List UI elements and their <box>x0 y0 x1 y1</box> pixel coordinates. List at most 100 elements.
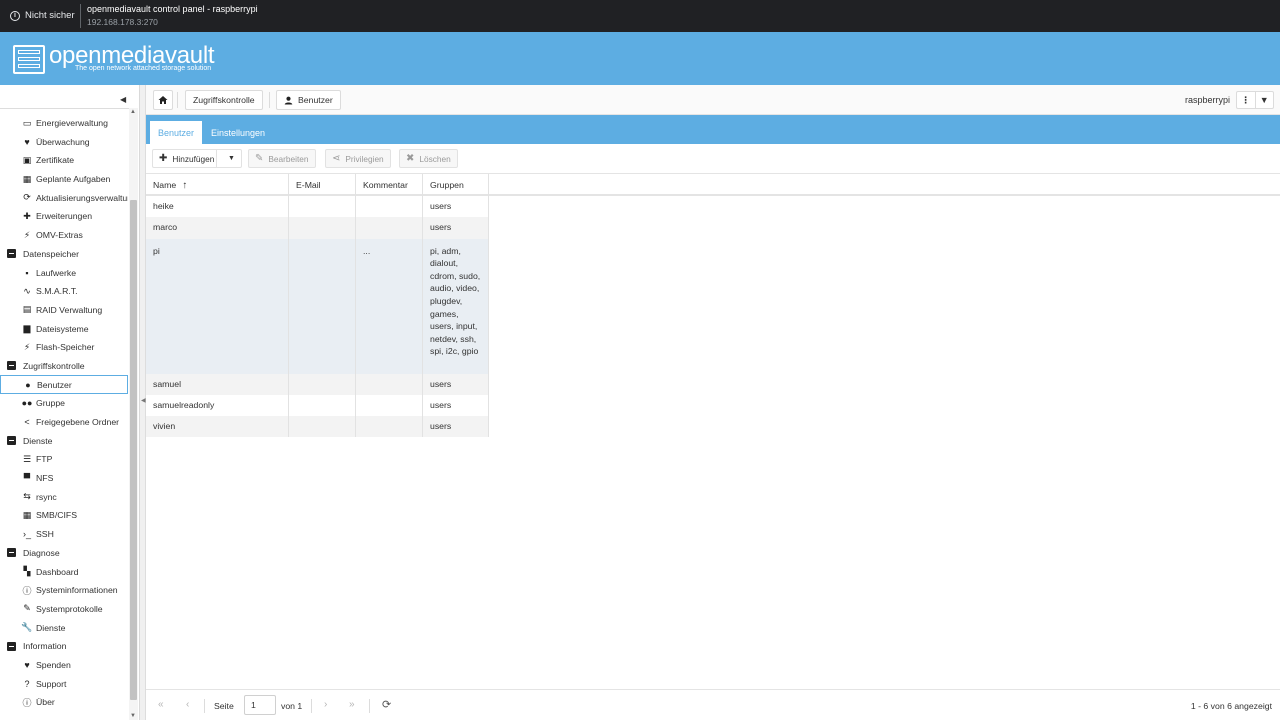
tab-einstellungen[interactable]: Einstellungen <box>203 121 273 144</box>
filesystem-icon: ▆ <box>23 323 31 334</box>
nav-group-dienste[interactable]: Dienste <box>0 431 128 450</box>
breadcrumb-page[interactable]: Benutzer <box>276 90 341 110</box>
user-icon <box>284 96 293 105</box>
user-menu-button[interactable]: ⋮ ▼ <box>1236 91 1274 109</box>
nav-group-diagnose[interactable]: Diagnose <box>0 544 128 563</box>
add-button-main[interactable]: ✚ Hinzufügen <box>153 150 217 167</box>
sidebar-item-dashboard[interactable]: ▚ Dashboard <box>0 562 128 581</box>
last-page-icon[interactable]: » <box>349 699 355 710</box>
more-vertical-icon[interactable]: ⋮ <box>1237 92 1256 108</box>
security-label: Nicht sicher <box>25 10 75 21</box>
sidebar-item-smb-cifs[interactable]: ▦ SMB/CIFS <box>0 506 128 525</box>
column-header-groups[interactable]: Gruppen <box>423 174 489 196</box>
sidebar-item-benutzer[interactable]: ● Benutzer <box>0 375 128 394</box>
security-indicator[interactable]: i Nicht sicher <box>10 10 75 21</box>
pencil-icon: ✎ <box>255 153 264 164</box>
edit-button[interactable]: ✎ Bearbeiten <box>248 149 316 168</box>
nav-group-zugriffskontrolle[interactable]: Zugriffskontrolle <box>0 357 128 376</box>
sidebar-item-erweiterungen[interactable]: ✚ Erweiterungen <box>0 207 128 226</box>
sidebar-item-nfs[interactable]: ▀ NFS <box>0 469 128 488</box>
page-url[interactable]: 192.168.178.3:270 <box>87 17 158 27</box>
scroll-up-icon[interactable]: ▲ <box>130 109 136 115</box>
scrollbar-thumb[interactable] <box>130 200 137 700</box>
sidebar-item-raid-verwaltung[interactable]: ▤ RAID Verwaltung <box>0 301 128 320</box>
sidebar-item-omv-extras[interactable]: ⚡ OMV-Extras <box>0 226 128 245</box>
sidebar-item-label: Spenden <box>36 659 71 670</box>
cell-groups: users <box>423 416 489 438</box>
table-row[interactable]: marco users <box>146 217 489 239</box>
breadcrumb-section[interactable]: Zugriffskontrolle <box>185 90 263 110</box>
home-button[interactable] <box>153 90 173 110</box>
grid-header: Name ↑ E-Mail Kommentar Gruppen <box>146 174 1280 196</box>
sidebar-item-dienste[interactable]: 🔧 Dienste <box>0 618 128 637</box>
cell-comment <box>356 217 423 239</box>
table-row[interactable]: pi... pi, adm, dialout, cdrom, sudo, audi… <box>146 238 489 374</box>
table-row[interactable]: vivien users <box>146 416 489 438</box>
sidebar-item-aktualisierungsverwaltung[interactable]: ⟳ Aktualisierungsverwaltung <box>0 188 128 207</box>
first-page-icon[interactable]: « <box>158 699 164 710</box>
privileges-button[interactable]: ⋖ Privilegien <box>325 149 391 168</box>
cell-groups: users <box>423 394 489 417</box>
table-row[interactable]: heike users <box>146 196 489 218</box>
sidebar-item-über[interactable]: ⓘ Über <box>0 693 128 712</box>
column-header-comment[interactable]: Kommentar <box>356 174 423 196</box>
sidebar-item-label: Freigegebene Ordner <box>36 417 120 428</box>
nav-group-information[interactable]: Information <box>0 637 128 656</box>
delete-button[interactable]: ✖ Löschen <box>399 149 458 168</box>
collapse-sidebar-icon[interactable]: ◀ <box>120 95 126 104</box>
sidebar: ◀ ◷ Datumseinstellung ▭ Energieverwaltung ♥ Ü… <box>0 85 140 720</box>
sidebar-item-dateisysteme[interactable]: ▆ Dateisysteme <box>0 319 128 338</box>
sidebar-item-überwachung[interactable]: ♥ Überwachung <box>0 132 128 151</box>
sidebar-item-s-m-a-r-t-[interactable]: ∿ S.M.A.R.T. <box>0 282 128 301</box>
sidebar-item-freigegebene-ordner[interactable]: < Freigegebene Ordner <box>0 413 128 432</box>
paging-count: 1 - 6 von 6 angezeigt <box>1190 701 1272 711</box>
refresh-icon[interactable]: ⟳ <box>382 698 391 711</box>
add-label: Hinzufügen <box>172 153 215 164</box>
collapse-group-icon[interactable] <box>7 249 16 259</box>
chevron-down-icon[interactable]: ▼ <box>1256 92 1274 108</box>
close-icon: ✖ <box>406 153 415 164</box>
tab-benutzer[interactable]: Benutzer <box>150 121 203 144</box>
nav-group-datenspeicher[interactable]: Datenspeicher <box>0 245 128 264</box>
sidebar-item-geplante-aufgaben[interactable]: ▦ Geplante Aufgaben <box>0 170 128 189</box>
sidebar-item-gruppe[interactable]: ●● Gruppe <box>0 394 128 413</box>
table-row[interactable]: samuelreadonly users <box>146 394 489 417</box>
sidebar-item-support[interactable]: ? Support <box>0 674 128 693</box>
next-page-icon[interactable]: › <box>324 699 327 710</box>
add-button[interactable]: ✚ Hinzufügen ▼ <box>152 149 242 168</box>
table-row[interactable]: samuel users <box>146 373 489 395</box>
collapse-group-icon[interactable] <box>7 436 16 446</box>
collapse-group-icon[interactable] <box>7 548 16 558</box>
cell-comment: ... <box>356 238 423 374</box>
grid-body: heike users marco users pi... pi, adm, dialou… <box>146 196 489 438</box>
sidebar-item-label: Datumseinstellung <box>36 109 107 110</box>
plug-icon: ⚡ <box>23 229 31 240</box>
collapse-group-icon[interactable] <box>7 641 16 651</box>
sidebar-item-label: SMB/CIFS <box>36 510 78 521</box>
splitter-arrow-icon[interactable]: ◀ <box>141 397 146 404</box>
clock-icon: ◷ <box>22 109 32 110</box>
log-edit-icon: ✎ <box>23 603 31 614</box>
column-header-name[interactable]: Name ↑ <box>146 174 289 196</box>
sidebar-item-laufwerke[interactable]: ▪ Laufwerke <box>0 263 128 282</box>
sidebar-item-zertifikate[interactable]: ▣ Zertifikate <box>0 151 128 170</box>
chevron-down-icon[interactable]: ▼ <box>222 150 241 167</box>
sidebar-item-energieverwaltung[interactable]: ▭ Energieverwaltung <box>0 114 128 133</box>
sidebar-scrollbar[interactable]: ▲ ▼ <box>129 108 138 720</box>
collapse-group-icon[interactable] <box>7 361 16 371</box>
sidebar-item-ftp[interactable]: ☰ FTP <box>0 450 128 469</box>
sidebar-item-flash-speicher[interactable]: ⚡ Flash-Speicher <box>0 338 128 357</box>
prev-page-icon[interactable]: ‹ <box>186 699 189 710</box>
sidebar-item-ssh[interactable]: ›_ SSH <box>0 525 128 544</box>
sidebar-item-spenden[interactable]: ♥ Spenden <box>0 656 128 675</box>
page-number-input[interactable]: 1 <box>244 695 276 715</box>
sidebar-item-rsync[interactable]: ⇆ rsync <box>0 487 128 506</box>
cell-groups: users <box>423 196 489 218</box>
sidebar-item-systemprotokolle[interactable]: ✎ Systemprotokolle <box>0 600 128 619</box>
ftp-icon: ☰ <box>22 453 32 464</box>
scroll-down-icon[interactable]: ▼ <box>130 713 136 719</box>
divider <box>204 699 205 713</box>
sidebar-item-label: Erweiterungen <box>36 211 93 222</box>
column-header-email[interactable]: E-Mail <box>289 174 356 196</box>
sidebar-item-systeminformationen[interactable]: ⓘ Systeminformationen <box>0 581 128 600</box>
